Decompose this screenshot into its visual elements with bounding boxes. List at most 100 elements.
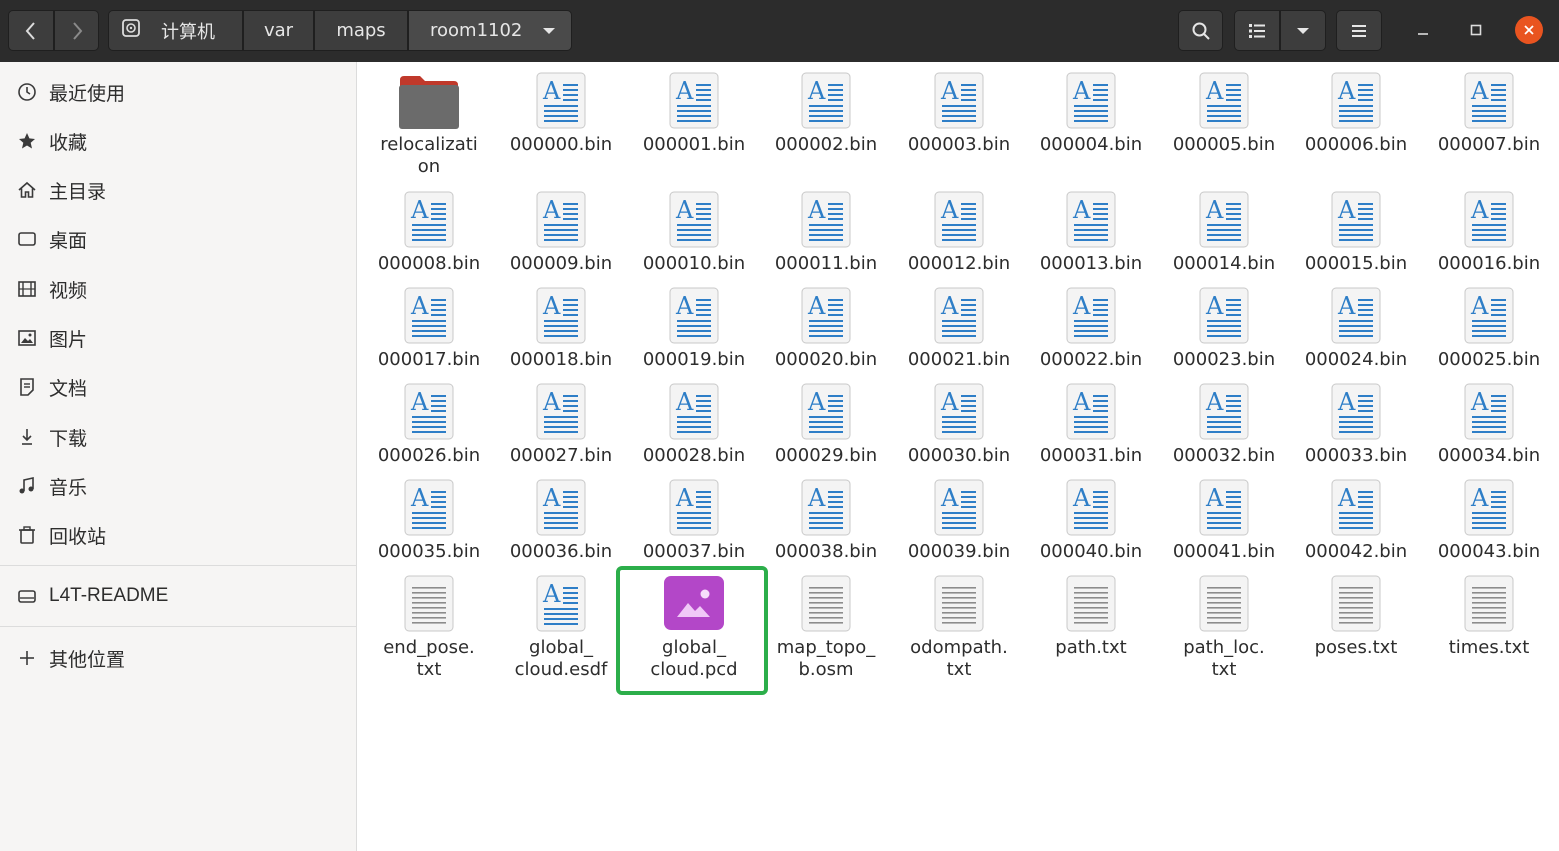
svg-text:A: A — [675, 77, 694, 105]
text-file-icon: A — [536, 191, 586, 248]
text-file-icon: A — [1199, 383, 1249, 440]
file-item[interactable]: A 000006.bin — [1291, 72, 1421, 182]
file-item[interactable]: Aglobal_ cloud.esdf — [496, 575, 626, 685]
close-button[interactable] — [1515, 16, 1543, 44]
view-options-button[interactable] — [1280, 10, 1326, 51]
file-item[interactable]: A 000003.bin — [894, 72, 1024, 182]
file-item[interactable]: A 000027.bin — [496, 383, 626, 493]
file-item[interactable]: end_pose. txt — [364, 575, 494, 685]
maximize-button[interactable] — [1462, 16, 1490, 44]
file-item[interactable]: A 000017.bin — [364, 287, 494, 397]
file-name: 000030.bin — [907, 445, 1011, 466]
forward-button[interactable] — [54, 10, 99, 51]
sidebar-item-music[interactable]: 音乐 — [0, 463, 356, 509]
chevron-left-icon — [25, 21, 35, 40]
file-item[interactable]: A 000039.bin — [894, 479, 1024, 589]
file-item[interactable]: A 000041.bin — [1159, 479, 1289, 589]
file-item[interactable]: A 000013.bin — [1026, 191, 1156, 301]
file-item[interactable]: A 000040.bin — [1026, 479, 1156, 589]
file-item[interactable]: A 000038.bin — [761, 479, 891, 589]
file-item[interactable]: global_ cloud.pcd — [616, 566, 768, 695]
sidebar: 最近使用 收藏 主目录 桌面 视频 图片 文档 下载 音乐 回收站 L4T-RE… — [0, 62, 357, 851]
sidebar-item-downloads[interactable]: 下载 — [0, 414, 356, 460]
file-item[interactable]: A 000011.bin — [761, 191, 891, 301]
file-item[interactable]: A 000002.bin — [761, 72, 891, 182]
file-item[interactable]: A 000001.bin — [629, 72, 759, 182]
file-item[interactable]: A 000043.bin — [1424, 479, 1554, 589]
file-item[interactable]: A 000019.bin — [629, 287, 759, 397]
file-name: 000004.bin — [1039, 134, 1143, 155]
file-name: 000036.bin — [509, 541, 613, 562]
file-item[interactable]: A 000028.bin — [629, 383, 759, 493]
sidebar-item-home[interactable]: 主目录 — [0, 167, 356, 213]
file-name: 000027.bin — [509, 445, 613, 466]
sidebar-item-pictures[interactable]: 图片 — [0, 315, 356, 361]
file-item[interactable]: A 000021.bin — [894, 287, 1024, 397]
file-item[interactable]: A 000016.bin — [1424, 191, 1554, 301]
minimize-button[interactable] — [1409, 16, 1437, 44]
text-file-icon: A — [1331, 287, 1381, 344]
text-file-icon: A — [404, 287, 454, 344]
file-item[interactable]: A 000024.bin — [1291, 287, 1421, 397]
file-item[interactable]: A 000012.bin — [894, 191, 1024, 301]
sidebar-item-device[interactable]: L4T-README — [0, 573, 356, 619]
file-item[interactable]: A 000004.bin — [1026, 72, 1156, 182]
sidebar-separator — [0, 565, 356, 566]
file-item[interactable]: map_topo_ b.osm — [761, 575, 891, 685]
breadcrumb-computer[interactable]: 计算机 — [108, 10, 243, 51]
file-item[interactable]: A 000033.bin — [1291, 383, 1421, 493]
file-item[interactable]: A 000022.bin — [1026, 287, 1156, 397]
file-item[interactable]: A 000008.bin — [364, 191, 494, 301]
file-item[interactable]: A 000034.bin — [1424, 383, 1554, 493]
file-item[interactable]: A 000005.bin — [1159, 72, 1289, 182]
sidebar-item-label: 下载 — [49, 427, 88, 450]
file-item[interactable]: path_loc. txt — [1159, 575, 1289, 685]
sidebar-item-desktop[interactable]: 桌面 — [0, 216, 356, 262]
folder-item[interactable]: relocalizati on — [364, 72, 494, 182]
file-name: 000019.bin — [642, 349, 746, 370]
file-item[interactable]: A 000018.bin — [496, 287, 626, 397]
sidebar-item-recent[interactable]: 最近使用 — [0, 69, 356, 115]
file-item[interactable]: A 000010.bin — [629, 191, 759, 301]
text-file-icon: A — [934, 72, 984, 129]
sidebar-item-documents[interactable]: 文档 — [0, 364, 356, 410]
file-item[interactable]: A 000020.bin — [761, 287, 891, 397]
view-toggle-button[interactable] — [1234, 10, 1280, 51]
file-item[interactable]: A 000007.bin — [1424, 72, 1554, 182]
breadcrumb-var[interactable]: var — [243, 10, 314, 51]
sidebar-item-label: 其他位置 — [49, 648, 126, 671]
file-item[interactable]: A 000031.bin — [1026, 383, 1156, 493]
sidebar-item-other-locations[interactable]: 其他位置 — [0, 635, 356, 681]
file-item[interactable]: odompath. txt — [894, 575, 1024, 685]
file-item[interactable]: A 000023.bin — [1159, 287, 1289, 397]
file-item[interactable]: times.txt — [1424, 575, 1554, 685]
search-button[interactable] — [1178, 10, 1223, 51]
text-file-icon: A — [669, 287, 719, 344]
text-file-icon: A — [1199, 191, 1249, 248]
sidebar-item-starred[interactable]: 收藏 — [0, 118, 356, 164]
file-item[interactable]: A 000000.bin — [496, 72, 626, 182]
file-name: 000006.bin — [1304, 134, 1408, 155]
file-item[interactable]: A 000042.bin — [1291, 479, 1421, 589]
file-item[interactable]: A 000009.bin — [496, 191, 626, 301]
file-item[interactable]: A 000030.bin — [894, 383, 1024, 493]
file-item[interactable]: A 000032.bin — [1159, 383, 1289, 493]
file-name: 000008.bin — [377, 253, 481, 274]
file-item[interactable]: A 000035.bin — [364, 479, 494, 589]
file-item[interactable]: A 000025.bin — [1424, 287, 1554, 397]
svg-text:A: A — [675, 292, 694, 320]
sidebar-item-trash[interactable]: 回收站 — [0, 512, 356, 558]
file-item[interactable]: A 000029.bin — [761, 383, 891, 493]
sidebar-item-videos[interactable]: 视频 — [0, 266, 356, 312]
file-item[interactable]: A 000014.bin — [1159, 191, 1289, 301]
file-item[interactable]: poses.txt — [1291, 575, 1421, 685]
file-item[interactable]: A 000015.bin — [1291, 191, 1421, 301]
file-item[interactable]: A 000026.bin — [364, 383, 494, 493]
file-item[interactable]: A 000036.bin — [496, 479, 626, 589]
breadcrumb-current-folder[interactable]: room1102 — [408, 10, 572, 51]
svg-text:A: A — [675, 196, 694, 224]
breadcrumb-maps[interactable]: maps — [314, 10, 408, 51]
main-menu-button[interactable] — [1336, 10, 1382, 51]
back-button[interactable] — [8, 10, 54, 51]
file-item[interactable]: path.txt — [1026, 575, 1156, 685]
